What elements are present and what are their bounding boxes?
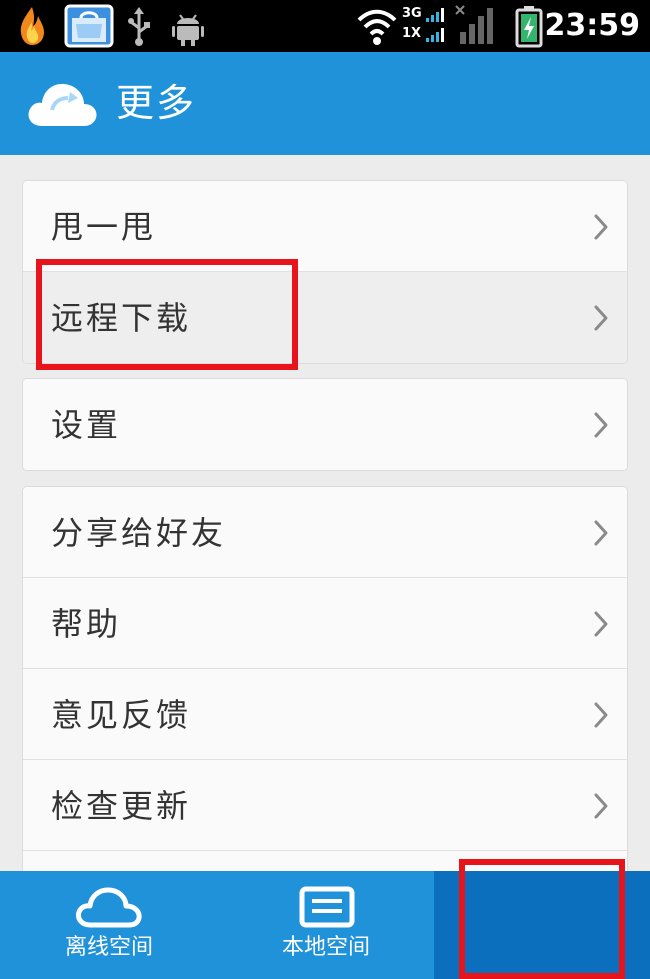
document-icon [299,886,355,928]
chevron-right-icon [594,793,608,819]
chevron-right-icon [594,611,608,637]
chevron-right-icon [594,214,608,240]
menu-item-check-update[interactable]: 检查更新 [23,760,627,851]
menu-item-share[interactable]: 分享给好友 [23,487,627,578]
menu-item-label: 检查更新 [51,787,192,825]
tab-label: 本地空间 [281,935,370,960]
dual-signal-icon [426,8,444,42]
cloud-outline-icon [76,887,142,928]
network-type-bottom: 1X [402,26,422,41]
menu-item-remote-download[interactable]: 远程下载 [23,272,627,363]
menu-item-label: 意见反馈 [51,696,192,734]
tab-offline-space[interactable]: 离线空间 [0,871,218,979]
chevron-right-icon [594,702,608,728]
chevron-right-icon [594,520,608,546]
chevron-right-icon [594,305,608,331]
menu-item-feedback[interactable]: 意见反馈 [23,669,627,760]
menu-item-label: 设置 [51,406,122,444]
menu-item-label: 分享给好友 [51,514,227,552]
flame-app-icon [20,7,44,45]
menu-group-2: 设置 [22,378,628,471]
battery-charging-icon [515,6,543,48]
android-debug-icon [172,14,204,46]
usb-icon [128,7,150,46]
wifi-icon [357,9,397,45]
tab-label: 离线空间 [64,935,153,960]
status-bar: 3G 1X 23:59 [0,0,650,52]
menu-item-label: 远程下载 [51,299,192,337]
tab-local-space[interactable]: 本地空间 [218,871,434,979]
menu-item-label: 帮助 [51,605,122,643]
network-type-indicator: 3G 1X [402,4,450,48]
menu-item-help[interactable]: 帮助 [23,578,627,669]
menu-group-1: 甩一甩 远程下载 [22,180,628,364]
network-type-top: 3G [402,6,422,21]
cloud-logo-icon [28,83,97,126]
menu-item-shake[interactable]: 甩一甩 [23,181,627,272]
bottom-nav: 离线空间 本地空间 [0,871,650,979]
status-time: 23:59 [544,8,641,43]
screen: 3G 1X 23:59 更多 甩一甩 远程下载 设置 分享给好友 帮助 意见反馈… [0,0,650,979]
store-bag-icon [64,4,114,48]
chevron-right-icon [594,412,608,438]
menu-item-settings[interactable]: 设置 [23,379,627,470]
tab-more[interactable] [434,871,650,979]
app-header: 更多 [0,52,650,155]
menu-item-label: 甩一甩 [51,208,157,246]
signal-icon [455,5,493,44]
page-title: 更多 [116,81,197,125]
